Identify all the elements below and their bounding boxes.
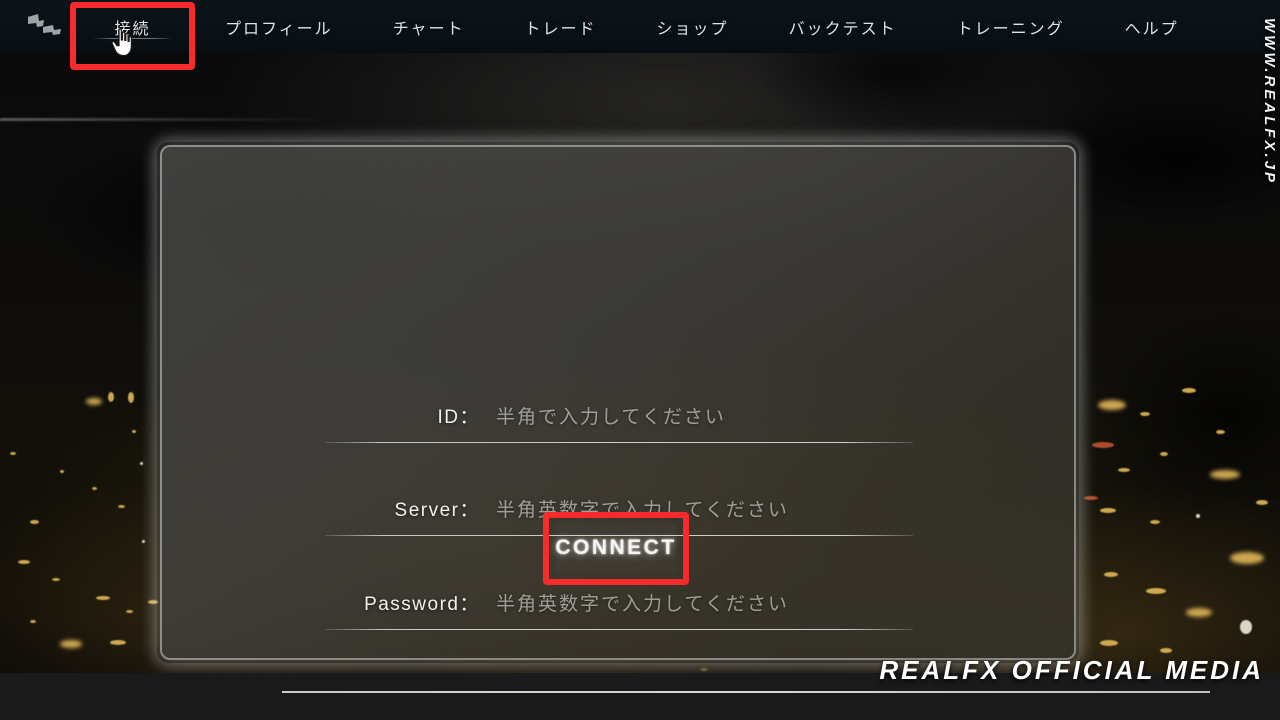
media-watermark-rule	[282, 691, 1210, 693]
nav-item-training[interactable]: トレーニング	[927, 0, 1095, 53]
nav-item-training-label: トレーニング	[956, 20, 1065, 38]
nav-item-trade[interactable]: トレード	[495, 0, 627, 53]
password-field-underline	[325, 629, 913, 630]
app-screen: 接続 プロフィール チャート トレード ショップ バックテスト トレーニング ヘ…	[0, 0, 1280, 720]
nav-item-list: 接続 プロフィール チャート トレード ショップ バックテスト トレーニング ヘ…	[70, 0, 1209, 53]
pointing-hand-cursor-icon	[111, 28, 133, 57]
background-light-streak	[0, 118, 330, 121]
nav-item-backtest[interactable]: バックテスト	[759, 0, 927, 53]
id-field-label: ID：	[437, 406, 480, 428]
media-watermark: REALFX OFFICIAL MEDIA	[879, 655, 1264, 685]
nav-item-chart[interactable]: チャート	[363, 0, 495, 53]
id-field-placeholder: 半角で入力してください	[496, 406, 726, 428]
nav-item-profile[interactable]: プロフィール	[195, 0, 363, 53]
nav-item-shop-label: ショップ	[656, 20, 729, 38]
nav-item-help-label: ヘルプ	[1124, 20, 1179, 38]
connect-button[interactable]: CONNECT	[555, 524, 676, 572]
password-field-placeholder: 半角英数字で入力してください	[496, 593, 789, 615]
login-dialog: ID： 半角で入力してください Server： 半角英数字で入力してください P…	[160, 145, 1076, 660]
id-field[interactable]: ID： 半角で入力してください	[325, 395, 913, 443]
nav-item-profile-label: プロフィール	[225, 20, 333, 38]
nav-item-backtest-label: バックテスト	[788, 20, 897, 38]
server-field-placeholder: 半角英数字で入力してください	[496, 499, 789, 521]
password-field-label: Password：	[364, 593, 480, 615]
id-field-underline	[325, 442, 913, 443]
nav-item-chart-label: チャート	[392, 20, 465, 38]
server-field-label: Server：	[394, 499, 480, 521]
nav-item-help[interactable]: ヘルプ	[1095, 0, 1209, 53]
plug-connector-icon	[28, 14, 61, 35]
nav-item-shop[interactable]: ショップ	[627, 0, 759, 53]
site-url-watermark: WWW.REALFX.JP	[1261, 18, 1278, 186]
nav-item-trade-label: トレード	[524, 20, 597, 38]
top-navbar: 接続 プロフィール チャート トレード ショップ バックテスト トレーニング ヘ…	[0, 0, 1280, 53]
password-field[interactable]: Password： 半角英数字で入力してください	[325, 582, 913, 630]
